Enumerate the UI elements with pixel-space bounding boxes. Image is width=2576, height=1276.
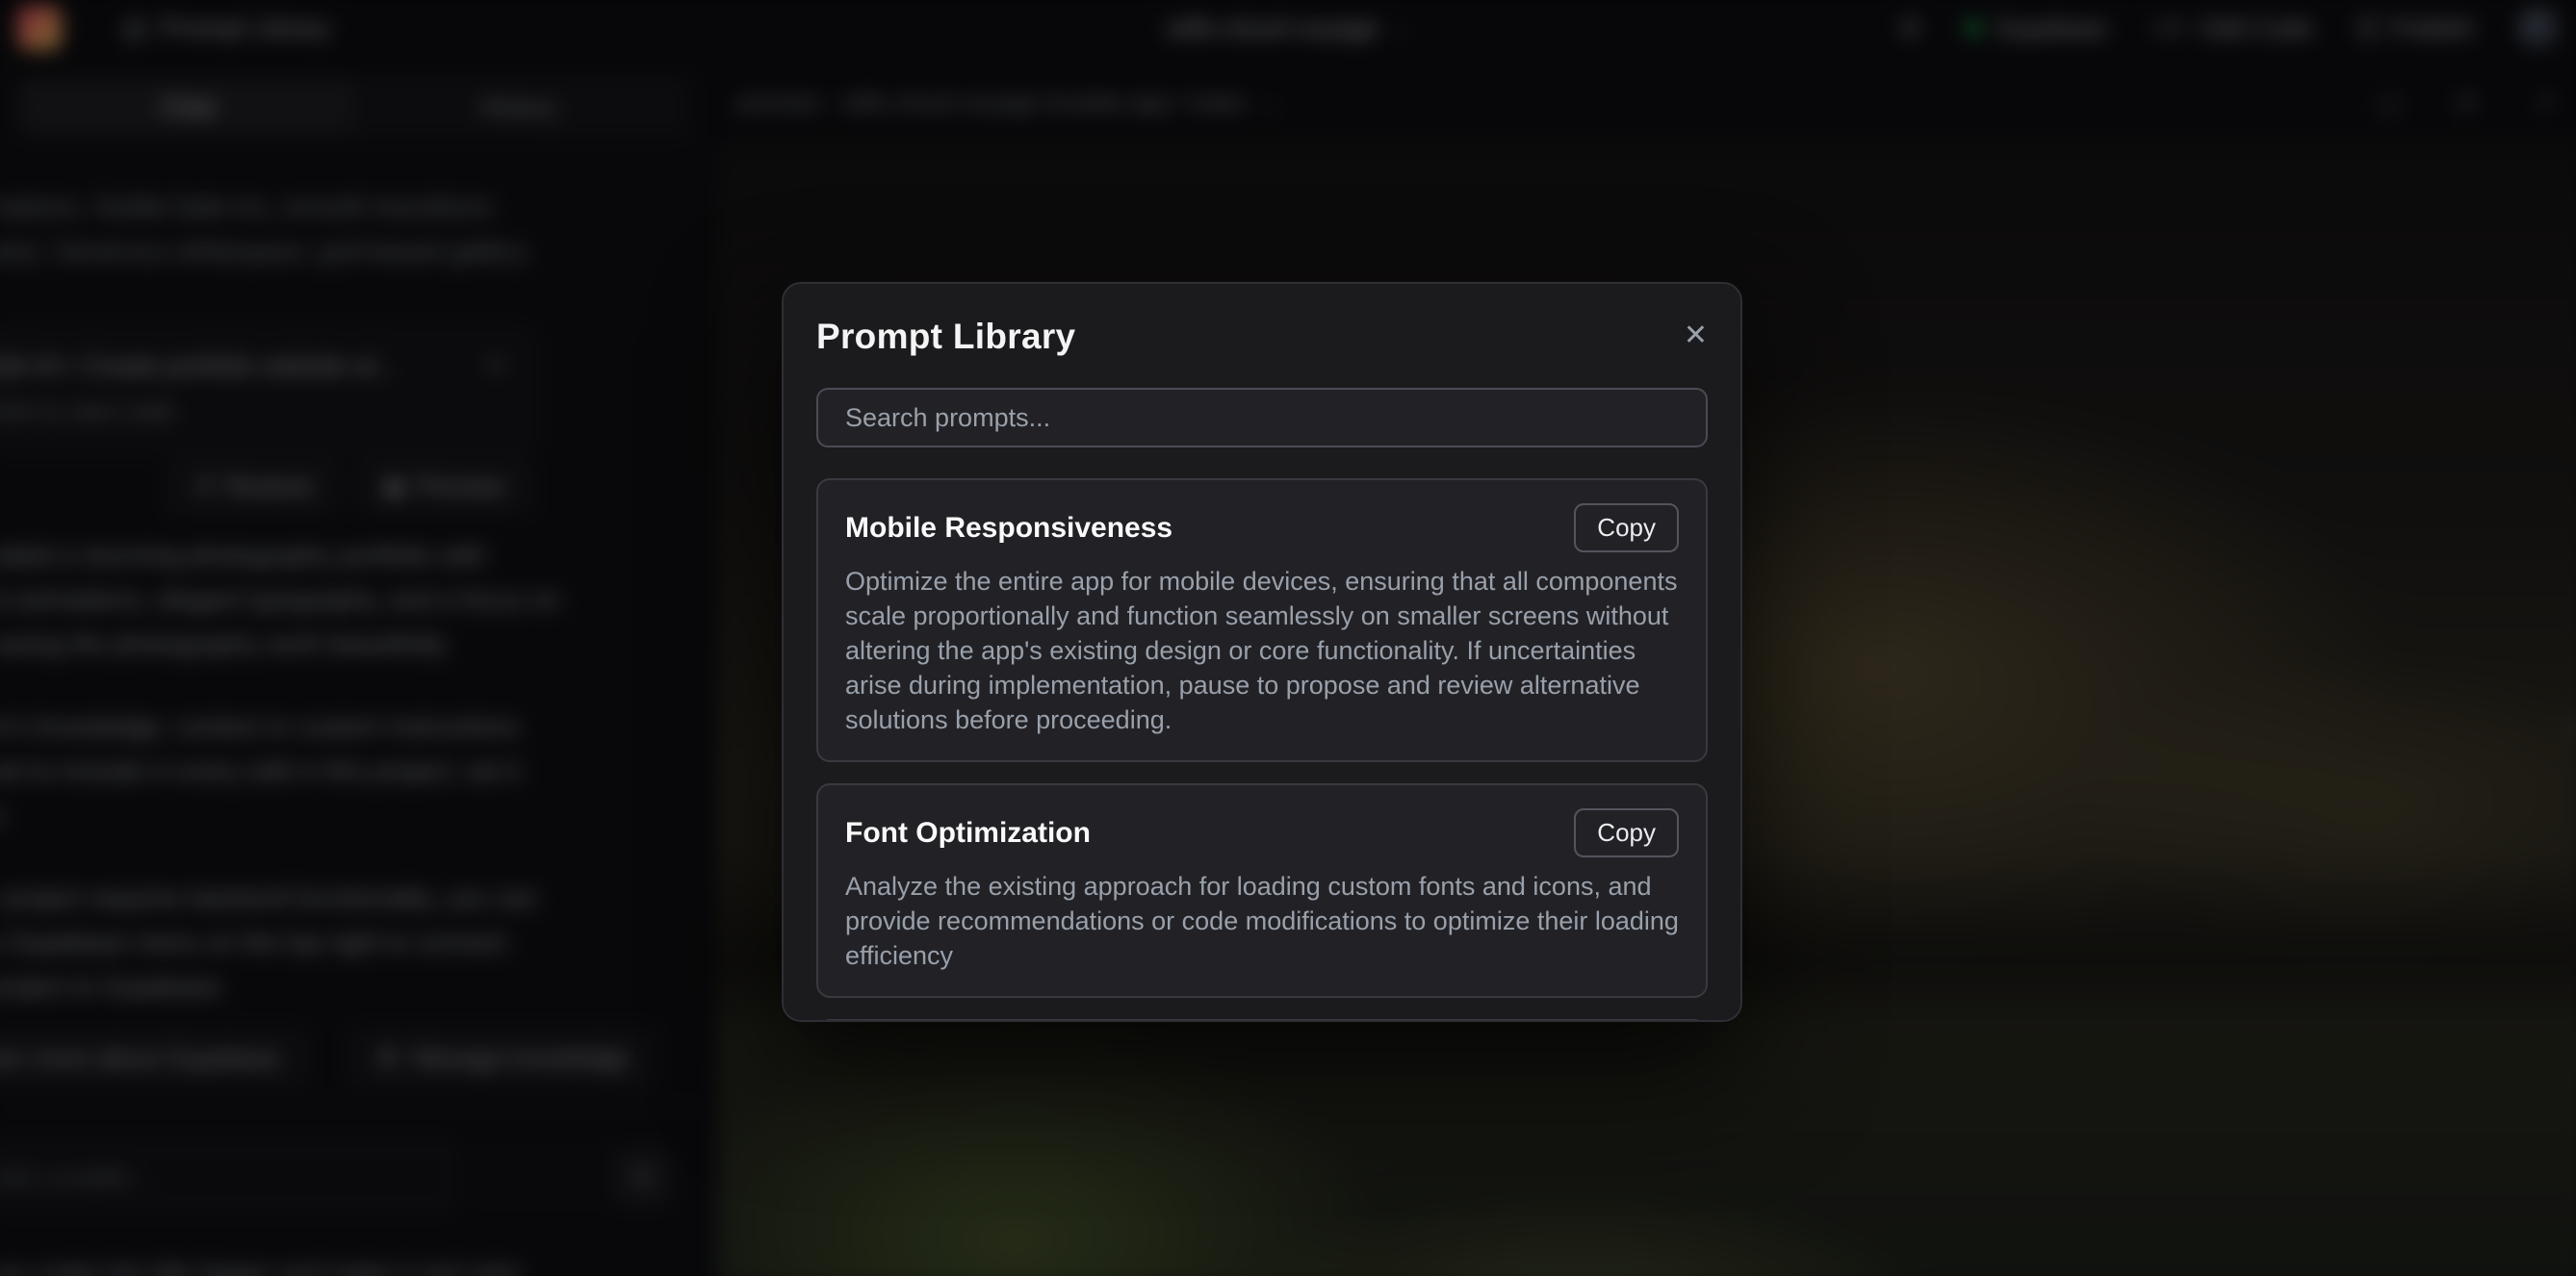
prompt-title: Mobile Responsiveness [845,512,1172,545]
prompt-description: Optimize the entire app for mobile devic… [845,564,1679,737]
prompt-card-partial [816,1019,1708,1022]
prompt-library-modal: Prompt Library ✕ Mobile Responsiveness C… [782,282,1742,1022]
prompt-title: Font Optimization [845,817,1091,850]
search-input[interactable] [816,388,1708,447]
prompt-description: Analyze the existing approach for loadin… [845,869,1679,973]
prompt-card-mobile-responsiveness: Mobile Responsiveness Copy Optimize the … [816,478,1708,762]
close-icon[interactable]: ✕ [1684,317,1708,355]
modal-header: Prompt Library ✕ [816,317,1708,363]
app-root: ▤ Prompt Library wills-cloud-voyage ⌄ ⚙ … [0,0,2576,1276]
modal-title: Prompt Library [816,317,1075,357]
prompt-card-font-optimization: Font Optimization Copy Analyze the exist… [816,783,1708,998]
copy-button[interactable]: Copy [1574,808,1679,857]
copy-button[interactable]: Copy [1574,503,1679,552]
search-wrapper [816,388,1708,447]
